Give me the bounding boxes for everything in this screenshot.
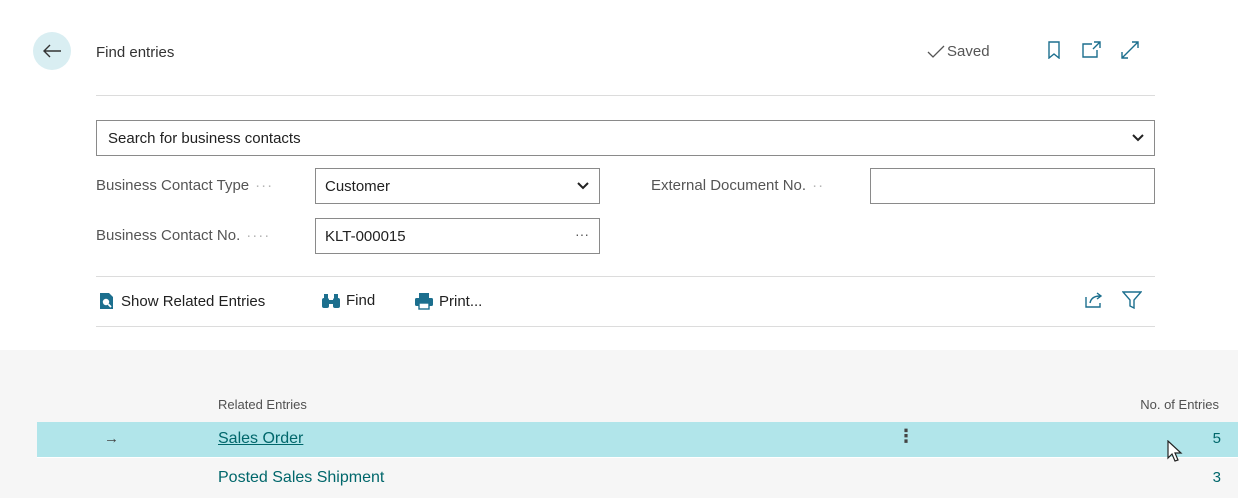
action-bar-divider [96,326,1155,327]
share-icon [1085,292,1103,308]
saved-status: Saved [927,43,990,60]
row-divider [37,457,1238,458]
document-search-icon [100,293,113,309]
page-title: Find entries [96,44,175,61]
chevron-down-icon [577,182,589,190]
bookmark-icon [1048,41,1060,59]
lookup-button[interactable]: ··· [575,226,589,242]
back-button[interactable] [33,32,71,70]
related-entry-link[interactable]: Posted Sales Shipment [218,469,384,487]
entry-count[interactable]: 3 [1213,469,1221,486]
show-related-entries-label: Show Related Entries [121,292,266,310]
saved-label: Saved [947,43,990,60]
expand-icon [1121,41,1139,59]
row-arrow-icon: → [104,430,119,447]
share-button[interactable] [1082,288,1106,312]
related-entry-link[interactable]: Sales Order [218,430,303,448]
show-related-entries-button[interactable]: Show Related Entries [98,292,265,310]
filter-button[interactable] [1120,288,1144,312]
open-new-window-icon [1082,41,1101,58]
chevron-down-icon [1132,134,1144,142]
fields-divider [96,276,1155,277]
table-row[interactable]: → Sales Order ⋮ 5 [37,422,1238,457]
column-header-no-of-entries[interactable]: No. of Entries [1140,397,1219,412]
search-select-value: Search for business contacts [108,130,301,147]
contact-type-label: Business Contact Type ··· [96,177,274,194]
contact-no-label: Business Contact No. ···· [96,227,271,244]
bookmark-button[interactable] [1042,38,1066,62]
binoculars-icon [322,293,340,308]
expand-button[interactable] [1118,38,1142,62]
more-options-icon[interactable]: ⋮ [897,426,915,447]
checkmark-icon [927,45,945,58]
print-button[interactable]: Print... [414,292,482,310]
external-doc-label: External Document No. ·· [651,177,825,194]
external-doc-input[interactable] [870,168,1155,204]
find-label: Find [346,292,376,309]
arrow-left-icon [43,44,61,58]
business-contact-search-select[interactable]: Search for business contacts [96,120,1155,156]
column-header-related-entries[interactable]: Related Entries [218,397,307,412]
contact-type-select[interactable]: Customer [315,168,600,204]
printer-icon [415,293,433,310]
contact-no-value: KLT-000015 [325,228,406,245]
filter-icon [1122,291,1142,309]
contact-type-value: Customer [325,178,391,195]
open-new-window-button[interactable] [1079,38,1103,62]
mouse-cursor-icon [1167,440,1183,462]
find-button[interactable]: Find [321,292,375,309]
contact-no-input[interactable]: KLT-000015 ··· [315,218,600,254]
print-label: Print... [439,292,483,310]
table-row[interactable]: Posted Sales Shipment 3 [37,461,1238,496]
header-divider [96,95,1155,96]
entry-count[interactable]: 5 [1213,430,1221,447]
